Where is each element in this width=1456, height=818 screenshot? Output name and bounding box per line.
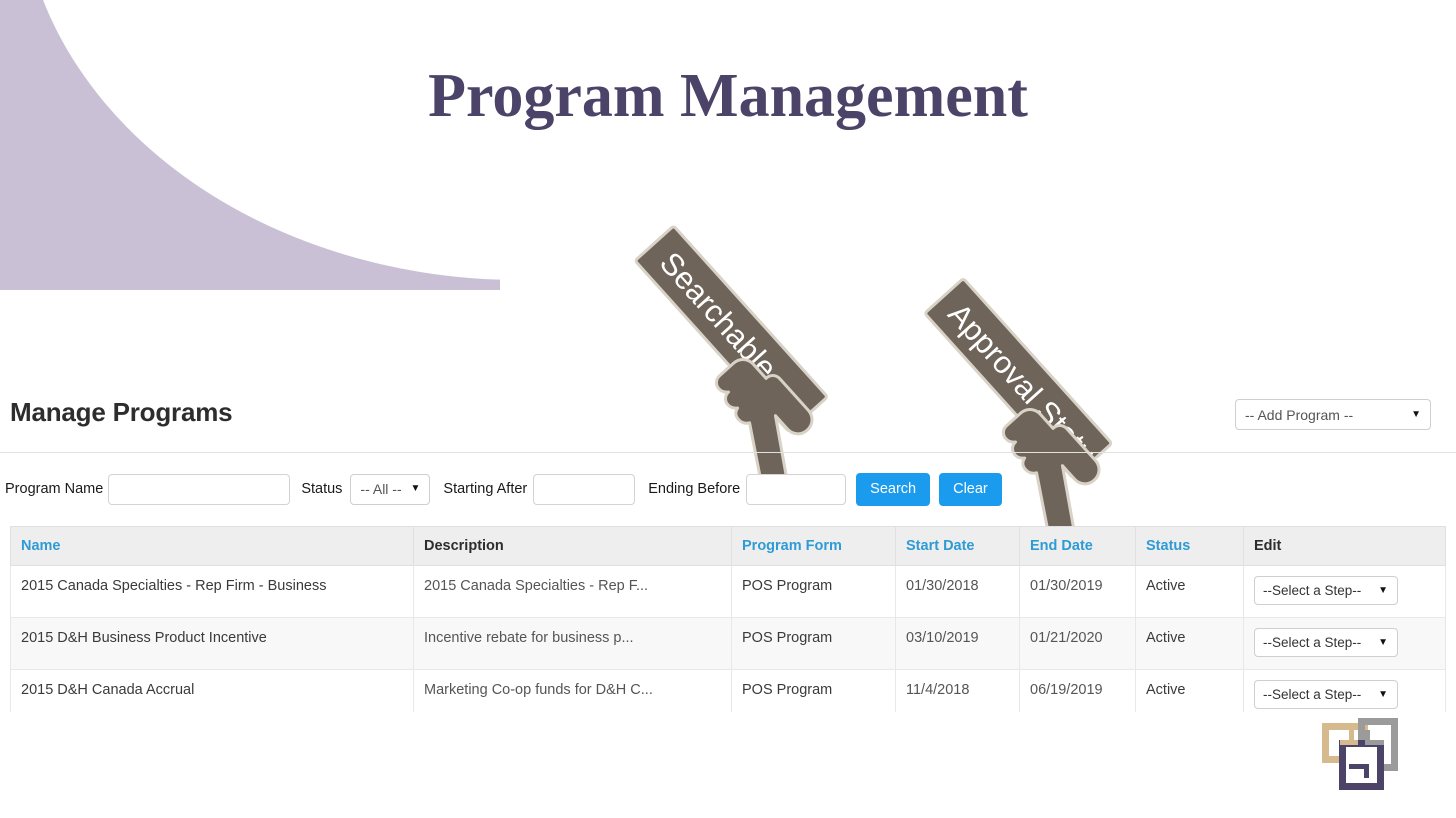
clear-button[interactable]: Clear bbox=[939, 472, 1002, 506]
decorative-swoosh bbox=[0, 0, 500, 290]
cell-program-form: POS Program bbox=[731, 565, 896, 618]
column-header-name[interactable]: Name bbox=[10, 526, 414, 566]
sort-link-end-date[interactable]: End Date bbox=[1030, 538, 1093, 554]
cell-edit: --Select a Step-- ▼ bbox=[1243, 617, 1446, 670]
status-select-value: -- All -- bbox=[360, 481, 402, 497]
column-label-edit: Edit bbox=[1254, 538, 1282, 554]
status-select[interactable]: -- All -- ▼ bbox=[350, 473, 431, 505]
page-root: Program Management Searchable Approval S… bbox=[0, 0, 1456, 818]
page-title: Program Management bbox=[428, 62, 1028, 130]
page-bottom-mask bbox=[0, 712, 1456, 818]
manage-programs-heading: Manage Programs bbox=[10, 397, 233, 427]
sort-link-name[interactable]: Name bbox=[21, 538, 61, 554]
programs-table: Name Description Program Form Start Date… bbox=[10, 526, 1446, 722]
cell-name: 2015 D&H Business Product Incentive bbox=[10, 617, 414, 670]
cell-start-date: 03/10/2019 bbox=[895, 617, 1020, 670]
cell-status: Active bbox=[1135, 565, 1244, 618]
select-a-step-value: --Select a Step-- bbox=[1263, 687, 1362, 702]
chevron-down-icon: ▼ bbox=[1411, 408, 1421, 420]
table-row: 2015 D&H Business Product Incentive Ince… bbox=[10, 617, 1446, 670]
logo-tick-tan bbox=[1349, 730, 1354, 745]
column-header-description: Description bbox=[413, 526, 732, 566]
chevron-down-icon: ▼ bbox=[410, 483, 421, 494]
add-program-select[interactable]: -- Add Program -- ▼ bbox=[1235, 399, 1431, 430]
select-a-step-select[interactable]: --Select a Step-- ▼ bbox=[1254, 576, 1398, 605]
logo-tick-gray bbox=[1365, 730, 1370, 745]
cell-description: 2015 Canada Specialties - Rep F... bbox=[413, 565, 732, 618]
chevron-down-icon: ▼ bbox=[1378, 584, 1388, 596]
program-name-label: Program Name bbox=[5, 481, 104, 497]
cell-description: Incentive rebate for business p... bbox=[413, 617, 732, 670]
filter-bar: Program Name Status -- All -- ▼ Starting… bbox=[0, 466, 1456, 512]
search-button[interactable]: Search bbox=[856, 472, 931, 506]
cell-program-form: POS Program bbox=[731, 617, 896, 670]
cell-edit: --Select a Step-- ▼ bbox=[1243, 565, 1446, 618]
starting-after-label: Starting After bbox=[443, 481, 528, 497]
chevron-down-icon: ▼ bbox=[1378, 688, 1388, 700]
sort-link-program-form[interactable]: Program Form bbox=[742, 538, 842, 554]
chevron-down-icon: ▼ bbox=[1378, 636, 1388, 648]
logo-inner-purple-v bbox=[1364, 764, 1369, 778]
select-a-step-value: --Select a Step-- bbox=[1263, 635, 1362, 650]
sort-link-start-date[interactable]: Start Date bbox=[906, 538, 975, 554]
column-header-start-date[interactable]: Start Date bbox=[895, 526, 1020, 566]
sort-link-status[interactable]: Status bbox=[1146, 538, 1190, 554]
cell-end-date: 01/21/2020 bbox=[1019, 617, 1136, 670]
ending-before-input[interactable] bbox=[746, 473, 847, 505]
program-name-input[interactable] bbox=[108, 473, 291, 505]
select-a-step-select[interactable]: --Select a Step-- ▼ bbox=[1254, 628, 1398, 657]
add-program-select-value: -- Add Program -- bbox=[1245, 406, 1354, 423]
starting-after-input[interactable] bbox=[533, 473, 636, 505]
cell-start-date: 01/30/2018 bbox=[895, 565, 1020, 618]
table-header-row: Name Description Program Form Start Date… bbox=[10, 526, 1446, 566]
manage-programs-bar: Manage Programs -- Add Program -- ▼ bbox=[0, 385, 1456, 453]
company-logo bbox=[1318, 718, 1400, 790]
column-header-program-form[interactable]: Program Form bbox=[731, 526, 896, 566]
cell-status: Active bbox=[1135, 617, 1244, 670]
cell-end-date: 01/30/2019 bbox=[1019, 565, 1136, 618]
ending-before-label: Ending Before bbox=[648, 481, 741, 497]
column-header-edit: Edit bbox=[1243, 526, 1446, 566]
column-header-end-date[interactable]: End Date bbox=[1019, 526, 1136, 566]
select-a-step-value: --Select a Step-- bbox=[1263, 583, 1362, 598]
column-label-description: Description bbox=[424, 538, 504, 554]
callout-label: Searchable bbox=[653, 245, 784, 385]
column-header-status[interactable]: Status bbox=[1135, 526, 1244, 566]
status-label: Status bbox=[301, 481, 343, 497]
select-a-step-select[interactable]: --Select a Step-- ▼ bbox=[1254, 680, 1398, 709]
cell-name: 2015 Canada Specialties - Rep Firm - Bus… bbox=[10, 565, 414, 618]
table-row: 2015 Canada Specialties - Rep Firm - Bus… bbox=[10, 565, 1446, 618]
